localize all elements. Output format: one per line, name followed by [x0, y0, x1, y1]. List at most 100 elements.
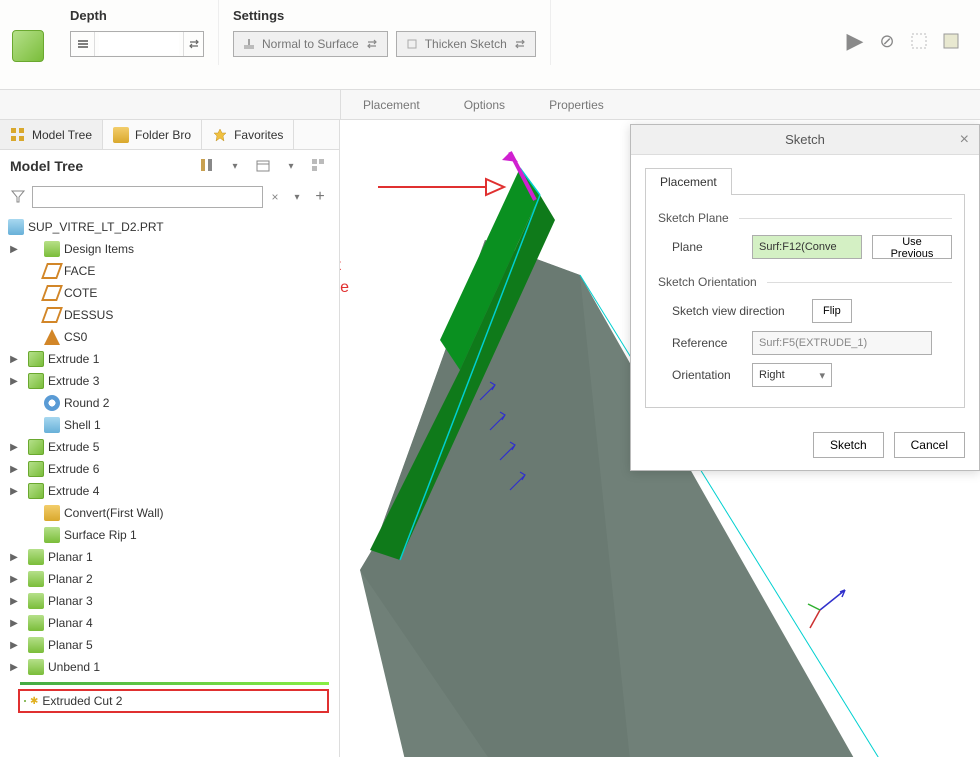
use-previous-button[interactable]: Use Previous [872, 235, 952, 259]
expand-icon[interactable]: ▶ [8, 376, 20, 387]
chevron-down-icon[interactable]: ▾ [225, 156, 245, 176]
tree-item[interactable]: ▶ Planar 4 [8, 612, 339, 634]
part-icon [8, 219, 24, 235]
tree-item-label: FACE [64, 264, 95, 278]
depth-flip-icon[interactable] [183, 32, 203, 56]
navigator-panel: Model Tree Folder Bro Favorites Model Tr… [0, 120, 340, 757]
flip-button[interactable]: Flip [812, 299, 852, 323]
tree-item[interactable]: ▶Planar 2 [8, 568, 339, 590]
depth-input-group [70, 31, 204, 57]
tab-placement[interactable]: Placement [340, 90, 442, 119]
tree-item[interactable]: ▶Design Items [8, 238, 339, 260]
sketch-button[interactable]: Sketch [813, 432, 884, 458]
group-sketch-orientation: Sketch Orientation [658, 275, 952, 289]
feature-preview-icon[interactable] [940, 30, 962, 52]
tree-item[interactable]: ▶ Extrude 3 [8, 370, 339, 392]
tree-item[interactable]: ▶Extrude 5 [8, 436, 339, 458]
tree-item[interactable]: Round 2 [8, 392, 339, 414]
feature-icon [44, 505, 60, 521]
cancel-button[interactable]: Cancel [894, 432, 965, 458]
chevron-down-icon[interactable]: ▾ [287, 187, 307, 207]
feature-icon [44, 417, 60, 433]
tree-item[interactable]: ▶Planar 1 [8, 546, 339, 568]
tree-root[interactable]: SUP_VITRE_LT_D2.PRT [8, 216, 339, 238]
feature-icon [28, 483, 44, 499]
plane-label: Plane [672, 240, 742, 254]
no-preview-icon[interactable]: ⊘ [876, 30, 898, 52]
tree-item-label: Extrude 3 [48, 374, 99, 388]
expand-icon[interactable]: ▶ [8, 464, 20, 475]
tree-item-label: CS0 [64, 330, 87, 344]
tab-options[interactable]: Options [442, 90, 527, 119]
plane-input[interactable] [752, 235, 862, 259]
tree-item[interactable]: Surface Rip 1 [8, 524, 339, 546]
tab-folder-browser[interactable]: Folder Bro [103, 120, 202, 149]
tree-item-label: Shell 1 [64, 418, 101, 432]
tree-item-label: Planar 4 [48, 616, 93, 630]
orientation-select[interactable]: Right [752, 363, 832, 387]
tree-item[interactable]: DESSUS [8, 304, 339, 326]
tab-folder-label: Folder Bro [135, 128, 191, 142]
expand-icon[interactable]: ▶ [8, 244, 20, 255]
close-icon[interactable]: × [960, 131, 969, 149]
tree-item[interactable]: ▶Extrude 6 [8, 458, 339, 480]
expand-icon[interactable]: ▶ [8, 596, 20, 607]
tree-item[interactable]: Shell 1 [8, 414, 339, 436]
tree-item[interactable]: COTE [8, 282, 339, 304]
expand-icon[interactable]: ▶ [8, 552, 20, 563]
tree-title: Model Tree [10, 158, 189, 174]
tab-properties[interactable]: Properties [527, 90, 626, 119]
tree-item[interactable]: ▶Planar 3 [8, 590, 339, 612]
tree-item[interactable]: FACE [8, 260, 339, 282]
dialog-tab-placement[interactable]: Placement [645, 168, 732, 195]
feature-icon [41, 285, 63, 301]
thicken-sketch-button[interactable]: Thicken Sketch [396, 31, 536, 57]
insert-here-indicator [20, 682, 329, 685]
annotation-arrow [376, 175, 506, 204]
annotation-line2: normal to the plane [340, 277, 349, 299]
chevron-down-icon[interactable]: ▾ [281, 156, 301, 176]
expand-icon[interactable]: ▶ [8, 442, 20, 453]
feature-icon [28, 549, 44, 565]
tree-item[interactable]: Convert(First Wall) [8, 502, 339, 524]
feature-icon [41, 307, 63, 323]
tab-model-tree[interactable]: Model Tree [0, 120, 103, 149]
tree-settings-icon[interactable] [197, 156, 217, 176]
columns-icon[interactable] [309, 156, 329, 176]
tree-item[interactable]: ▶Unbend 1 [8, 656, 339, 678]
reference-input[interactable] [752, 331, 932, 355]
annotation-line1: cut direction is not [340, 255, 349, 277]
tab-favorites[interactable]: Favorites [202, 120, 294, 149]
filter-input[interactable] [32, 186, 263, 208]
orientation-label: Orientation [672, 368, 742, 382]
active-feature-row[interactable]: ✱ Extruded Cut 2 [18, 689, 329, 713]
dialog-title-label: Sketch [785, 132, 825, 147]
expand-icon[interactable]: ▶ [8, 574, 20, 585]
tree-header: Model Tree ▾ ▾ [0, 150, 339, 182]
resume-icon[interactable]: ▶ [844, 30, 866, 52]
expand-icon[interactable]: ▶ [8, 662, 20, 673]
show-icon[interactable] [253, 156, 273, 176]
depth-input[interactable] [99, 33, 179, 55]
tree-item[interactable]: ▶Extrude 4 [8, 480, 339, 502]
add-icon[interactable]: + [311, 188, 329, 206]
clear-filter-icon[interactable]: × [267, 186, 283, 208]
expand-icon[interactable]: ▶ [8, 486, 20, 497]
graphics-viewport[interactable]: cut direction is not normal to the plane… [340, 120, 980, 757]
depth-type-icon[interactable] [71, 32, 95, 56]
feature-icon [44, 241, 60, 257]
expand-icon[interactable]: ▶ [8, 640, 20, 651]
tree-item[interactable]: ▶Planar 5 [8, 634, 339, 656]
funnel-icon[interactable] [10, 188, 28, 206]
settings-section: Settings Normal to Surface Thicken Sketc… [219, 0, 551, 65]
flip-icon [365, 37, 379, 51]
in-progress-icon: ✱ [30, 696, 38, 707]
verify-icon[interactable] [908, 30, 930, 52]
navigator-tabs: Model Tree Folder Bro Favorites [0, 120, 339, 150]
normal-to-surface-button[interactable]: Normal to Surface [233, 31, 388, 57]
tree-item[interactable]: ▶Extrude 1 [8, 348, 339, 370]
expand-icon[interactable]: ▶ [8, 354, 20, 365]
tree-item-label: Round 2 [64, 396, 109, 410]
tree-item[interactable]: CS0 [8, 326, 339, 348]
expand-icon[interactable]: ▶ [8, 618, 20, 629]
